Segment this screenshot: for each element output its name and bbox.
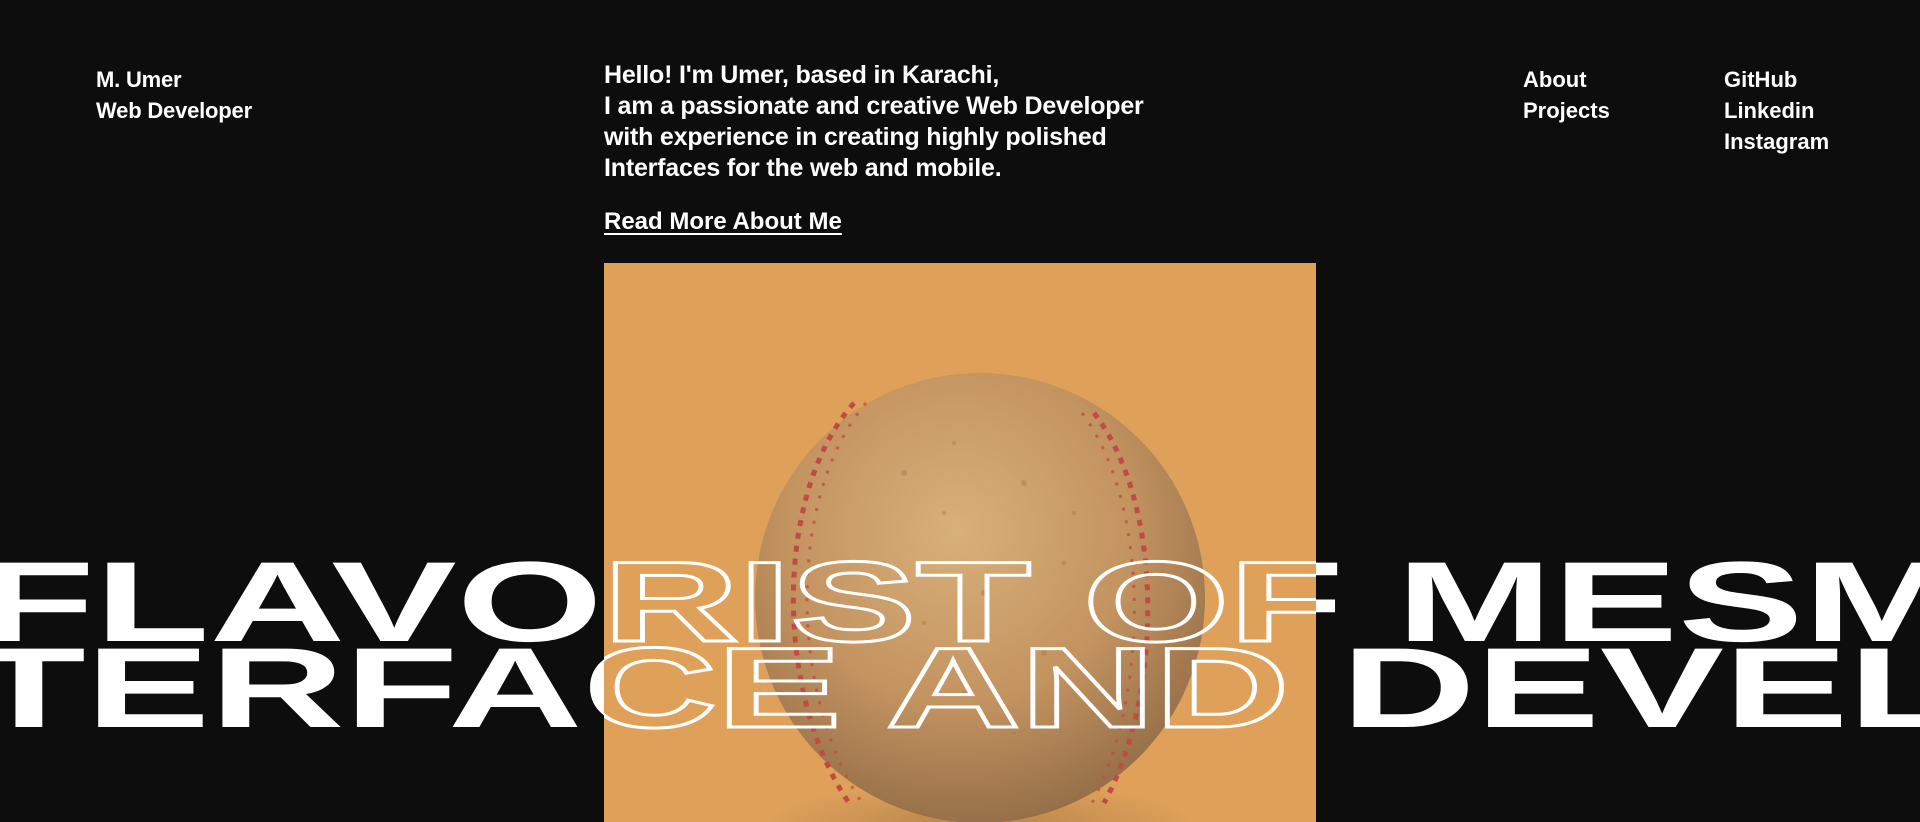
social-link-github[interactable]: GitHub bbox=[1724, 64, 1829, 95]
brand-name: M. Umer bbox=[96, 67, 182, 92]
read-more-link[interactable]: Read More About Me bbox=[604, 208, 842, 236]
social-link-linkedin[interactable]: Linkedin bbox=[1724, 95, 1829, 126]
intro-line: I am a passionate and creative Web Devel… bbox=[604, 92, 1144, 120]
hero-image bbox=[604, 263, 1316, 822]
page: M. Umer Web Developer Hello! I'm Umer, b… bbox=[0, 0, 1920, 822]
primary-nav: About Projects bbox=[1523, 64, 1610, 126]
intro-line: with experience in creating highly polis… bbox=[604, 123, 1107, 151]
social-link-instagram[interactable]: Instagram bbox=[1724, 126, 1829, 157]
baseball-illustration bbox=[755, 373, 1205, 822]
intro-text: Hello! I'm Umer, based in Karachi, I am … bbox=[604, 60, 1184, 184]
brand-role: Web Developer bbox=[96, 98, 252, 123]
brand: M. Umer Web Developer bbox=[96, 64, 252, 126]
nav-link-about[interactable]: About bbox=[1523, 64, 1610, 95]
intro-line: Hello! I'm Umer, based in Karachi, bbox=[604, 61, 1000, 89]
social-nav: GitHub Linkedin Instagram bbox=[1724, 64, 1829, 157]
nav-link-projects[interactable]: Projects bbox=[1523, 95, 1610, 126]
intro-line: Interfaces for the web and mobile. bbox=[604, 154, 1002, 182]
